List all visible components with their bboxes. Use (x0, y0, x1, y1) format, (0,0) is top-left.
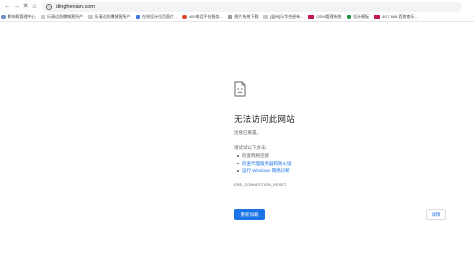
bookmarks-bar: 影响帮管理中心 乐清达防爆城营所产 乐清达防爆城营所产 在线设计位页面片... … (0, 13, 474, 22)
bookmark-item[interactable]: 影响帮管理中心 (0, 13, 37, 21)
back-icon[interactable]: ← (3, 1, 12, 12)
suggestions-list: 检查网络连接 检查代理服务器和防火墙 运行 Windows 网络诊断 (237, 152, 292, 175)
home-icon[interactable]: ⌂ (30, 1, 39, 12)
oem-icon (308, 14, 315, 20)
bookmark-item[interactable]: 在线设计位页面片... (135, 13, 179, 21)
bookmark-item[interactable]: [温州]乐华合经有... (262, 13, 304, 21)
suggestions-heading: 请试试以下办法： (234, 145, 270, 150)
address-bar[interactable]: i dinghenian.com (42, 1, 462, 12)
bookmark-item[interactable]: 乐清达防爆城营所产 (40, 13, 85, 21)
red-circle-icon (182, 14, 187, 20)
bookmark-item[interactable]: OEM管理系统 (307, 13, 342, 21)
site-info-icon[interactable]: i (46, 3, 52, 10)
bookmark-label: 乐清达防爆城营所产 (47, 14, 83, 19)
sad-document-icon (234, 81, 246, 97)
blue-tag-icon (135, 14, 140, 20)
url-text[interactable]: dinghenian.com (56, 4, 95, 10)
browser-toolbar: ← → ✕ ⌂ i dinghenian.com (0, 0, 474, 13)
error-title: 无法访问此网站 (234, 114, 295, 124)
bookmark-label: [温州]乐华合经有... (269, 14, 304, 19)
bookmark-label: 设计模板 (353, 14, 370, 19)
bookmark-label: 4G7 668 西岗南乐... (382, 14, 418, 19)
document-icon (88, 14, 93, 20)
error-code: ERR_CONNECTION_RESET (234, 183, 287, 187)
document-icon (263, 14, 268, 20)
forward-icon[interactable]: → (12, 1, 21, 12)
error-subtitle: 连接已重置。 (234, 130, 261, 135)
suggestion-check-proxy-link[interactable]: 检查代理服务器和防火墙 (237, 160, 292, 168)
bookmark-label: 在线设计位页面片... (142, 14, 178, 19)
details-button[interactable]: 详情 (426, 209, 446, 220)
bookmark-item[interactable]: 乐清达防爆城营所产 (87, 13, 132, 21)
green-shield-icon (346, 14, 352, 20)
globe-icon (1, 14, 6, 20)
bookmark-label: OEM管理系统 (316, 14, 342, 19)
bookmark-label: 400电话平台服务... (188, 14, 223, 19)
bookmark-label: 乐清达防爆城营所产 (94, 14, 131, 19)
suggestion-check-network: 检查网络连接 (237, 152, 292, 160)
bookmark-item[interactable]: 400电话平台服务... (181, 13, 224, 21)
stop-reload-icon[interactable]: ✕ (21, 1, 30, 12)
document-icon (40, 14, 45, 20)
bookmark-item[interactable]: 图片系统下载 (227, 13, 260, 21)
reload-button[interactable]: 重新加载 (234, 209, 265, 220)
bookmark-label: 影响帮管理中心 (7, 14, 36, 19)
suggestion-windows-diagnostics-link[interactable]: 运行 Windows 网络诊断 (237, 167, 292, 175)
bookmark-item[interactable]: 4G7 668 西岗南乐... (373, 13, 419, 21)
bookmark-item[interactable]: 设计模板 (346, 13, 371, 21)
bookmark-label: 图片系统下载 (234, 14, 259, 19)
brand-icon (374, 14, 381, 20)
gray-square-icon (227, 14, 233, 20)
